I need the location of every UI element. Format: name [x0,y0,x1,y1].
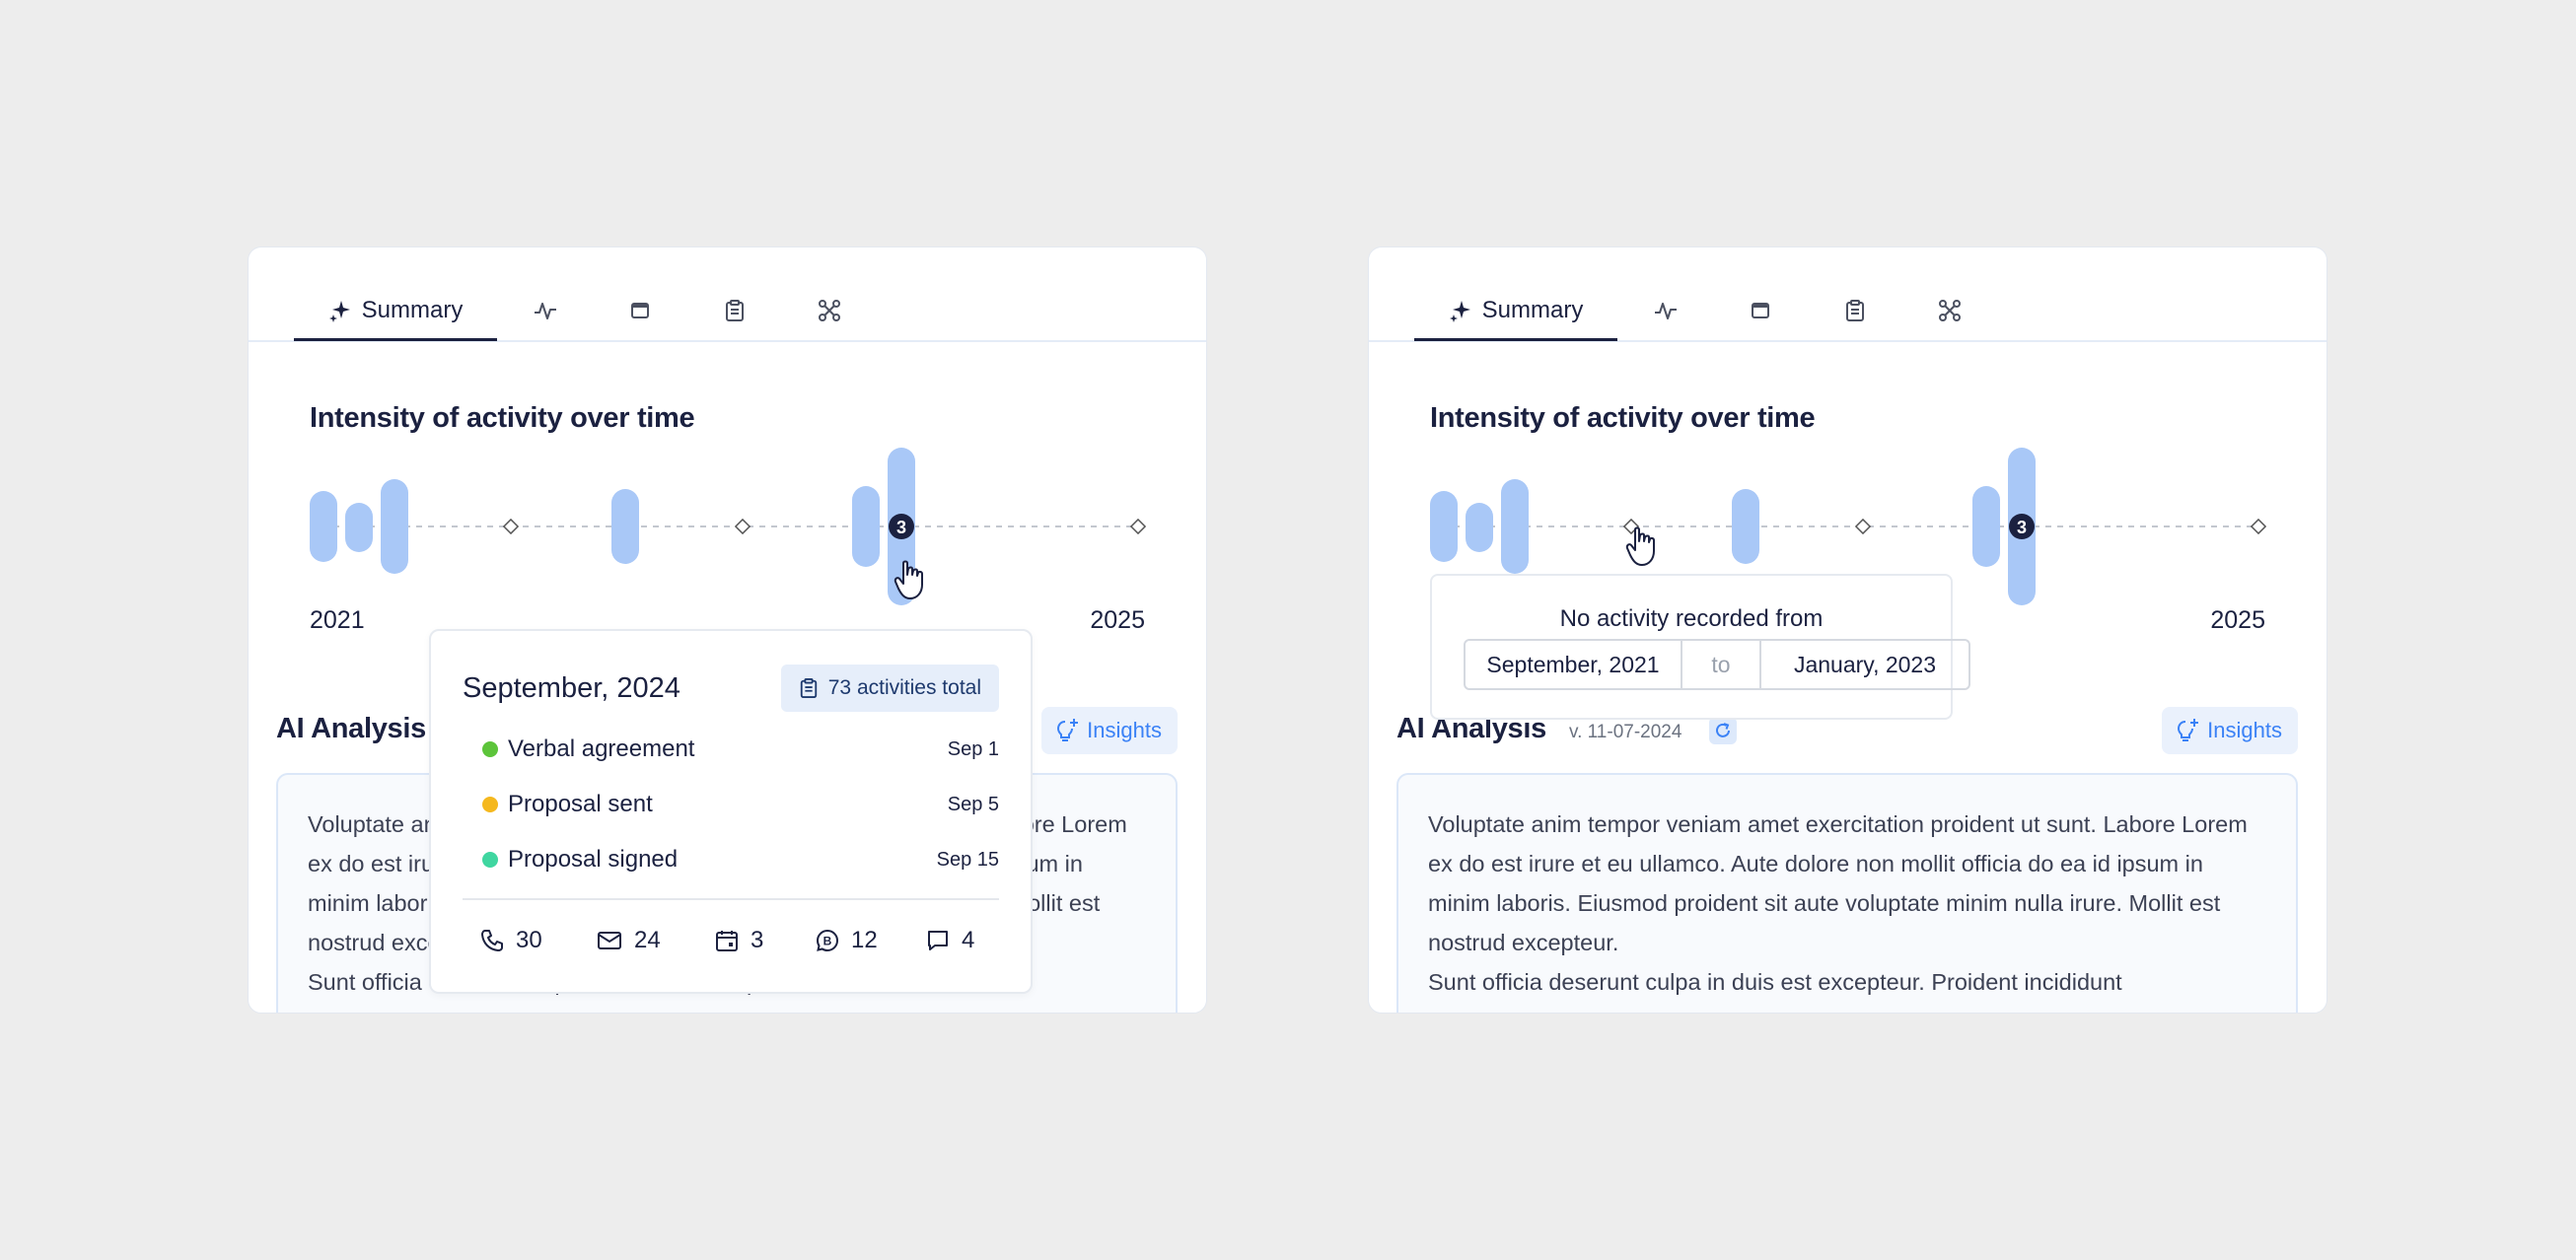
tooltip-divider [463,898,999,900]
range-from: September, 2021 [1486,651,1660,677]
calls-stat: 30 [480,921,542,960]
calls-count: 30 [516,927,542,953]
event-date: Sep 5 [947,793,999,815]
event-date: Sep 15 [936,848,999,871]
timeline-marker[interactable] [2250,518,2267,535]
ai-paragraph: Voluptate anim tempor veniam amet exerci… [1428,811,2248,955]
whatsapp-count: 12 [851,927,878,953]
event-name: Proposal sent [508,791,653,817]
timeline-bar[interactable] [852,486,880,567]
insights-label: Insights [2207,718,2282,742]
timeline-bar[interactable] [1466,503,1493,552]
messages-stat: 4 [926,921,974,960]
clipboard-icon [800,678,817,699]
event-row: Proposal sent Sep 5 [482,785,999,824]
meetings-count: 3 [751,927,764,953]
timeline-bar[interactable] [345,503,373,552]
mail-icon [598,932,621,949]
timeline-bar[interactable] [381,479,408,574]
ai-version: v. 11-07-2024 [1569,722,1682,742]
timeline-marker[interactable] [1129,518,1147,535]
event-name: Proposal signed [508,846,679,873]
count-badge-label: 3 [2017,518,2027,537]
activities-total-badge: 73 activities total [780,665,999,712]
timeline-bar[interactable] [1972,486,2000,567]
date-range: September, 2021 to January, 2023 [1464,639,1970,690]
range-until: January, 2023 [1793,651,1937,677]
whatsapp-icon: B [816,929,839,952]
timeline-marker[interactable] [502,518,520,535]
ai-analysis-title: AI Analysis [276,713,426,744]
no-activity-message: No activity recorded from [1559,605,1824,632]
status-dot [482,741,498,757]
timeline-bar[interactable] [1732,489,1759,564]
phone-icon [481,930,503,951]
timeline-bar[interactable] [310,491,337,562]
insights-button[interactable]: Insights [1041,707,1178,754]
start-year: 2021 [310,606,365,634]
emails-stat: 24 [597,921,661,960]
whatsapp-stat: B 12 [816,921,878,960]
lightbulb-icon [2178,719,2199,741]
timeline-marker[interactable] [734,518,751,535]
meetings-stat: 3 [715,921,763,960]
activities-total: 73 activities total [827,676,981,699]
range-separator: to [1681,641,1761,688]
month-detail-tooltip: September, 2024 73 activities total Verb… [429,629,1033,994]
timeline-bar[interactable] [1430,491,1458,562]
timeline-bar[interactable] [1501,479,1529,574]
tooltip-month: September, 2024 [463,672,680,704]
event-name: Verbal agreement [508,735,695,762]
calendar-icon [716,931,738,951]
messages-count: 4 [962,927,975,953]
count-badge-label: 3 [896,518,906,537]
event-row: Proposal signed Sep 15 [482,840,999,879]
event-date: Sep 1 [947,737,999,760]
emails-count: 24 [634,927,661,953]
event-row: Verbal agreement Sep 1 [482,730,999,769]
ai-paragraph: Sunt officia deserunt culpa in duis est … [1428,969,2122,995]
svg-text:B: B [823,935,832,948]
refresh-button[interactable] [1709,717,1737,744]
insights-button[interactable]: Insights [2162,707,2298,754]
activity-timeline-chart: 3 [310,448,1147,605]
no-activity-tooltip: No activity recorded from September, 202… [1430,574,1970,720]
ai-analysis-text: Voluptate anim tempor veniam amet exerci… [1396,773,2298,1013]
insights-label: Insights [1087,718,1162,742]
timeline-marker[interactable] [1854,518,1872,535]
status-dot [482,797,498,812]
end-year: 2025 [1090,606,1145,634]
end-year: 2025 [2210,606,2265,634]
refresh-icon [1716,723,1730,737]
timeline-bar[interactable] [611,489,639,564]
chat-icon [928,931,948,950]
lightbulb-icon [1057,719,1079,741]
status-dot [482,852,498,868]
